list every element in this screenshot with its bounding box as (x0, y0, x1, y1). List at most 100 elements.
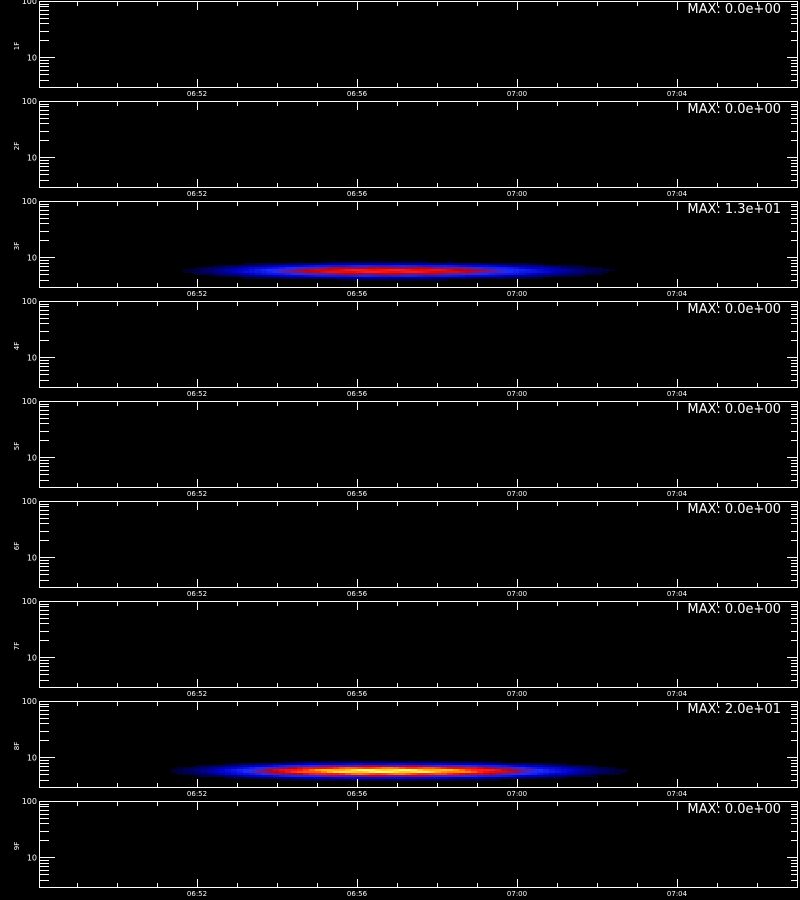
heat-cell (249, 271, 255, 273)
heat-cell (555, 763, 561, 765)
heat-cell (423, 767, 429, 769)
heat-cell (339, 777, 345, 779)
heat-cell (471, 269, 477, 271)
heat-cell (327, 775, 333, 777)
heat-cell (393, 779, 399, 781)
heat-cell (267, 271, 273, 273)
heat-cell (495, 771, 501, 773)
heat-cell (393, 261, 399, 263)
heat-cell (453, 777, 459, 779)
heat-cell (447, 273, 453, 275)
heat-cell (471, 265, 477, 267)
heat-cell (429, 775, 435, 777)
heat-cell (303, 771, 309, 773)
heat-cell (297, 269, 303, 271)
heat-cell (513, 263, 519, 265)
heat-cell (219, 273, 225, 275)
heat-cell (405, 767, 411, 769)
heat-cell (363, 265, 369, 267)
heat-cell (333, 269, 339, 271)
heat-cell (261, 767, 267, 769)
heat-cell (291, 769, 297, 771)
heat-cell (537, 775, 543, 777)
heat-cell (351, 761, 357, 763)
heat-cell (339, 763, 345, 765)
heat-cell (405, 773, 411, 775)
heat-cell (519, 769, 525, 771)
heat-cell (333, 767, 339, 769)
heat-cell (561, 767, 567, 769)
heat-cell (591, 269, 597, 271)
heat-cell (573, 269, 579, 271)
heat-cell (345, 273, 351, 275)
heat-cell (489, 769, 495, 771)
heat-cell (225, 269, 231, 271)
heat-cell (435, 777, 441, 779)
heat-cell (363, 261, 369, 263)
heat-cell (417, 779, 423, 781)
heat-cell (471, 271, 477, 273)
y-tick-label: 100 (22, 497, 37, 506)
heat-cell (363, 773, 369, 775)
heat-cell (489, 767, 495, 769)
heat-cell (441, 263, 447, 265)
heat-cell (291, 273, 297, 275)
heat-cell (201, 273, 207, 275)
heat-cell (483, 773, 489, 775)
heat-cell (399, 771, 405, 773)
heat-cell (291, 275, 297, 277)
heat-cell (291, 277, 297, 279)
heat-cell (471, 267, 477, 269)
heat-cell (285, 269, 291, 271)
heat-cell (219, 275, 225, 277)
heat-cell (423, 763, 429, 765)
heat-cell (291, 771, 297, 773)
heat-cell (489, 763, 495, 765)
heat-cell (567, 273, 573, 275)
heat-cell (495, 775, 501, 777)
heat-cell (495, 277, 501, 279)
heat-cell (339, 271, 345, 273)
y-tick-label: 100 (22, 0, 37, 6)
y-tick-label: 10 (27, 353, 37, 362)
heat-cell (453, 769, 459, 771)
heat-cell (243, 263, 249, 265)
heat-cell (393, 777, 399, 779)
heat-cell (543, 265, 549, 267)
heat-cell (471, 763, 477, 765)
heat-cell (285, 263, 291, 265)
heat-cell (513, 269, 519, 271)
heat-cell (387, 765, 393, 767)
heat-cell (249, 277, 255, 279)
heat-cell (567, 769, 573, 771)
heat-cell (387, 271, 393, 273)
heat-cell (363, 775, 369, 777)
heat-cell (261, 763, 267, 765)
y-tick-label: 100 (22, 697, 37, 706)
x-tick-label: 07:04 (667, 90, 688, 98)
heat-cell (207, 771, 213, 773)
y-axis-label: 7F (13, 642, 21, 650)
heat-cell (405, 275, 411, 277)
heat-cell (309, 765, 315, 767)
heat-cell (555, 773, 561, 775)
heat-cell (207, 273, 213, 275)
heat-cell (291, 777, 297, 779)
heat-cell (345, 267, 351, 269)
heat-cell (489, 775, 495, 777)
heat-cell (255, 773, 261, 775)
heat-cell (237, 275, 243, 277)
heat-cell (423, 261, 429, 263)
heat-cell (369, 775, 375, 777)
heat-cell (333, 779, 339, 781)
heat-cell (381, 773, 387, 775)
heat-cell (177, 771, 183, 773)
heat-cell (261, 773, 267, 775)
heat-cell (315, 267, 321, 269)
heat-cell (183, 269, 189, 271)
heat-cell (255, 271, 261, 273)
heat-cell (261, 269, 267, 271)
heat-cell (405, 261, 411, 263)
x-tick-label: 07:00 (507, 90, 527, 98)
heat-cell (279, 767, 285, 769)
